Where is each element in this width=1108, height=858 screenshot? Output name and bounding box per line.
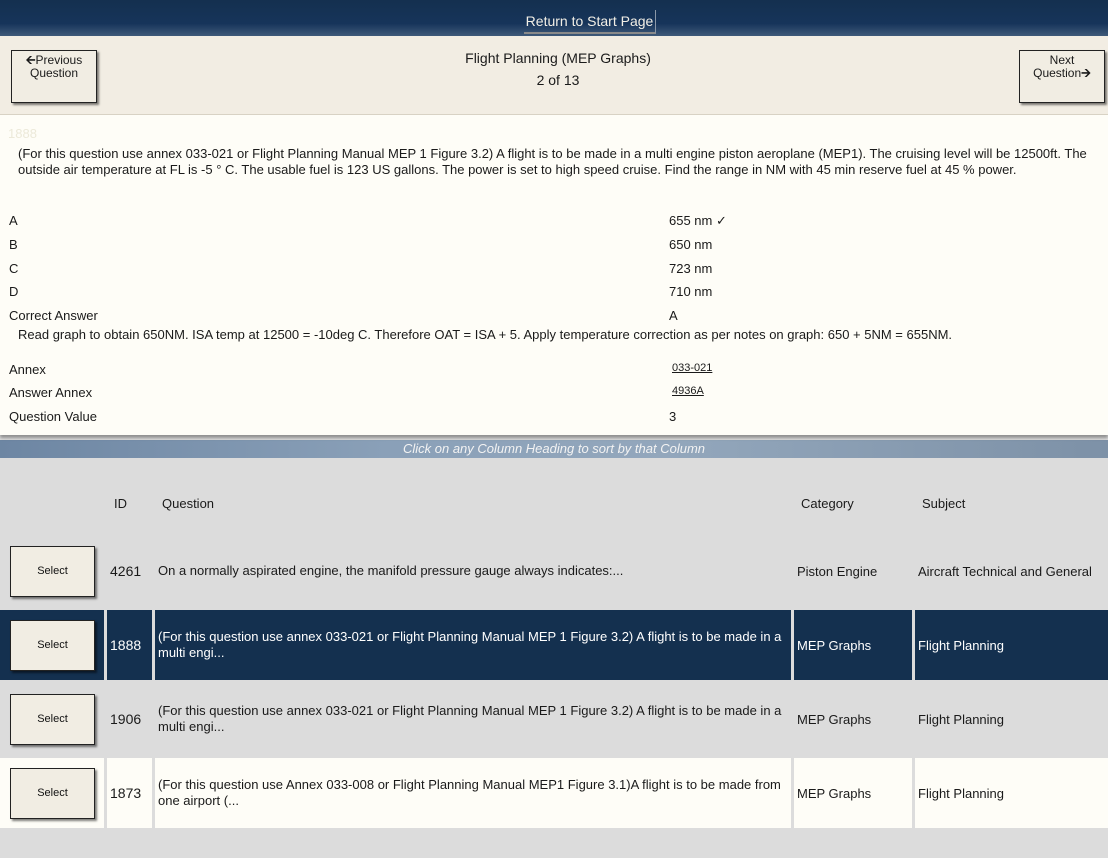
row-subject: Flight Planning (915, 758, 1108, 828)
annex-label: Annex (9, 362, 46, 377)
top-bar: Return to Start Page (0, 0, 1108, 36)
option-letter: B (9, 237, 18, 252)
previous-label-2: Question (29, 66, 79, 80)
select-button[interactable]: Select (10, 767, 95, 819)
question-counter: 2 of 13 (536, 72, 580, 88)
option-letter: C (9, 261, 19, 276)
row-id: 4261 (110, 563, 142, 579)
column-header-category[interactable]: Category (801, 496, 854, 511)
return-to-start-button[interactable]: Return to Start Page (524, 10, 656, 34)
column-header-id[interactable]: ID (114, 496, 127, 511)
question-text: (For this question use annex 033-021 or … (18, 146, 1087, 177)
column-header-subject[interactable]: Subject (922, 496, 965, 511)
option-letter: A (9, 213, 18, 228)
row-question: (For this question use Annex 033-008 or … (155, 758, 791, 828)
column-header-question[interactable]: Question (162, 496, 214, 511)
page-title-block: Flight Planning (MEP Graphs) 2 of 13 (458, 50, 658, 88)
option-value: 655 nm (669, 213, 713, 228)
select-button[interactable]: Select (10, 619, 95, 671)
arrow-left-icon: 🡨 (25, 53, 36, 67)
checkmark-icon: ✓ (716, 213, 727, 228)
arrow-right-icon: 🡪 (1081, 66, 1091, 80)
previous-question-button[interactable]: 🡨Previous Question (11, 50, 97, 103)
row-subject: Aircraft Technical and General (918, 563, 1092, 579)
select-button[interactable]: Select (10, 693, 95, 745)
row-id: 1906 (110, 711, 142, 727)
select-button[interactable]: Select (10, 545, 95, 597)
option-letter: D (9, 284, 19, 299)
row-question: (For this question use annex 033-021 or … (155, 610, 791, 680)
next-label-2: Question (1033, 66, 1082, 80)
answer-annex-label: Answer Annex (9, 385, 93, 400)
answer-explanation: Read graph to obtain 650NM. ISA temp at … (18, 327, 953, 342)
row-category: MEP Graphs (794, 758, 912, 828)
row-subject: Flight Planning (915, 610, 1108, 680)
row-category: MEP Graphs (794, 610, 912, 680)
row-question: (For this question use annex 033-021 or … (158, 703, 782, 734)
question-detail-panel: 1888 (For this question use annex 033-02… (0, 115, 1108, 435)
page-title: Flight Planning (MEP Graphs) (465, 50, 651, 66)
table-row: Select 1873 (For this question use Annex… (0, 758, 1108, 828)
row-id: 1873 (107, 758, 152, 828)
questions-table: ID Question Category Subject Select 4261… (0, 458, 1108, 858)
table-row: Select 4261 On a normally aspirated engi… (0, 536, 1108, 606)
question-value: 3 (669, 409, 677, 424)
correct-answer-label: Correct Answer (9, 308, 98, 323)
next-label: Next (1049, 53, 1075, 67)
option-value: 710 nm (669, 284, 713, 299)
option-value: 650 nm (669, 237, 713, 252)
row-id: 1888 (107, 610, 152, 680)
row-category: Piston Engine (797, 563, 878, 579)
next-question-button[interactable]: Next Question🡪 (1019, 50, 1105, 103)
question-header: 🡨Previous Question Flight Planning (MEP … (0, 36, 1108, 115)
row-question: On a normally aspirated engine, the mani… (158, 563, 624, 578)
row-category: MEP Graphs (797, 711, 872, 727)
row-subject: Flight Planning (918, 711, 1004, 727)
question-id: 1888 (8, 126, 37, 141)
option-value: 723 nm (669, 261, 713, 276)
annex-link[interactable]: 033-021 (672, 362, 712, 374)
table-row-selected: Select 1888 (For this question use annex… (0, 610, 1108, 680)
previous-label: Previous (35, 53, 83, 67)
answer-annex-link[interactable]: 4936A (672, 385, 704, 397)
question-value-label: Question Value (9, 409, 97, 424)
table-row: Select 1906 (For this question use annex… (0, 684, 1108, 754)
correct-answer-value: A (669, 308, 678, 323)
sort-hint-banner: Click on any Column Heading to sort by t… (0, 440, 1108, 458)
